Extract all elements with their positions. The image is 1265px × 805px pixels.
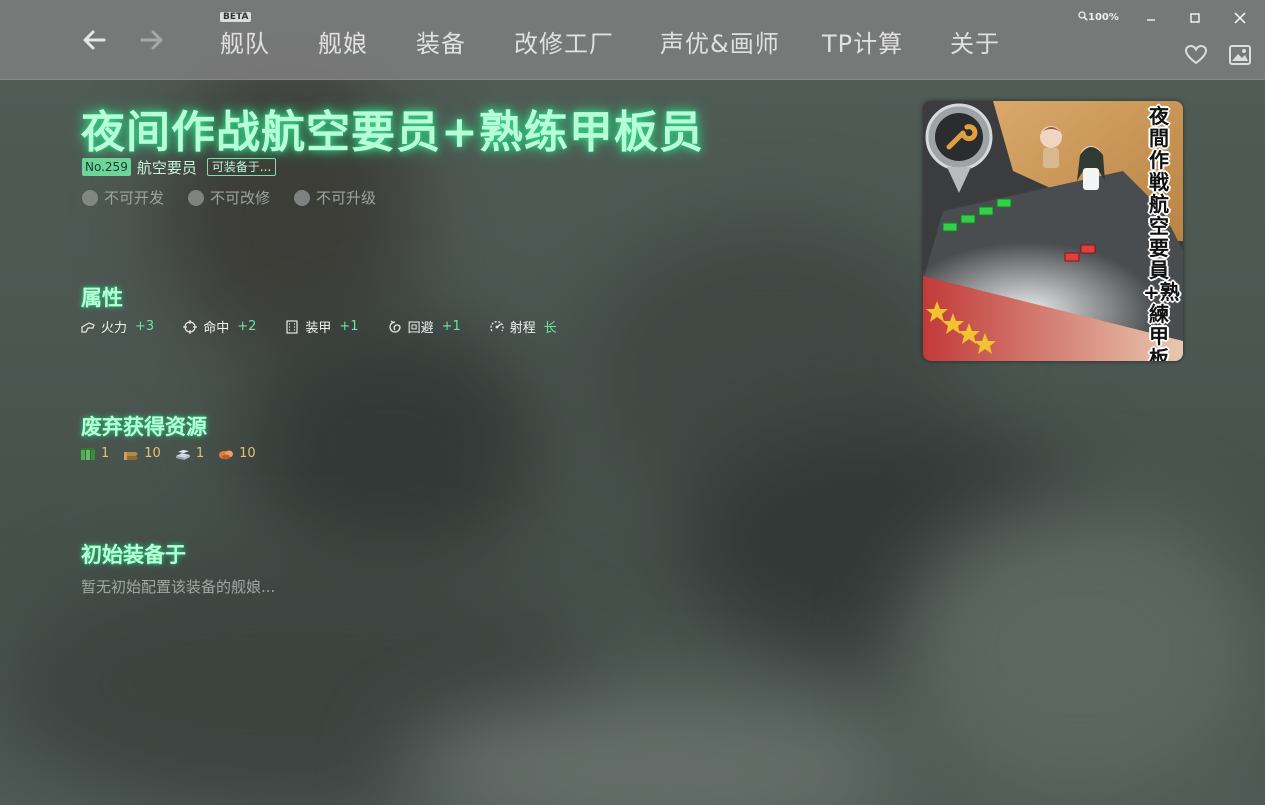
zoom-indicator[interactable]: 100% [1078,11,1119,23]
stat-value: 长 [543,321,557,336]
fuel-icon [81,447,95,460]
image-icon[interactable] [1227,42,1253,68]
forward-arrow-icon[interactable] [138,26,166,54]
armor-icon [286,319,298,334]
stat-firepower: 火力 +3 [80,317,154,336]
resource-bauxite: 10 [218,446,256,461]
accuracy-icon [183,319,198,334]
zoom-level: 100% [1088,12,1119,23]
back-arrow-icon[interactable] [80,26,108,54]
equipment-number-badge: No.259 [82,158,131,176]
resource-ammo: 10 [123,446,161,461]
equipment-card-image: 夜間作戦航空要員+熟練甲板員 [923,101,1183,361]
flag-not-improvable: 不可改修 [188,187,270,208]
zoom-icon [1078,11,1088,21]
equipment-meta-row: No.259 航空要员 可装备于... [82,157,277,177]
resource-value: 10 [239,446,256,461]
nav-tab-improvement[interactable]: 改修工厂 [514,24,614,59]
stat-label: 回避 [407,321,434,336]
initial-equip-empty-text: 暂无初始配置该装备的舰娘... [81,578,276,596]
availability-flags: 不可开发 不可改修 不可升级 [82,187,376,208]
nav-tab-seiyuu-artist[interactable]: 声优&画师 [660,24,780,59]
flag-not-upgradable: 不可升级 [294,187,376,208]
stat-range: 射程 长 [489,317,557,336]
minimize-icon[interactable] [1140,8,1162,28]
stat-accuracy: 命中 +2 [182,317,256,336]
maximize-icon[interactable] [1184,8,1206,28]
stat-value: +2 [237,319,257,334]
stat-label: 命中 [203,321,230,336]
heart-icon[interactable] [1183,42,1209,68]
stat-label: 射程 [509,321,536,336]
page-title: 夜间作战航空要员+熟练甲板员 [81,107,704,158]
flag-label: 不可改修 [210,189,271,207]
disabled-dot-icon [188,189,205,206]
nav-tab-ships[interactable]: 舰娘 [318,24,368,59]
nav-tab-tp-calc[interactable]: TP计算 [822,24,903,59]
resource-fuel: 1 [80,446,109,461]
resource-value: 10 [144,446,161,461]
disabled-dot-icon [82,189,98,206]
nav-tab-about[interactable]: 关于 [950,24,1000,59]
evasion-icon [388,319,401,333]
card-vertical-title: 夜間作戦航空要員+熟練甲板員 [1143,104,1180,361]
ammo-icon [124,451,139,460]
stat-evasion: 回避 +1 [387,317,461,336]
beta-badge: BETA [220,12,252,22]
range-icon [490,320,504,331]
stats-list: 火力 +3 命中 +2 装甲 +1 回避 +1 射程 长 [80,317,557,336]
stat-value: +1 [441,319,461,334]
equippable-link[interactable]: 可装备于... [206,158,277,176]
disabled-dot-icon [294,189,311,206]
bauxite-icon [219,450,234,459]
top-navigation-bar: BETA 舰队 舰娘 装备 改修工厂 声优&画师 TP计算 关于 100% [0,0,1265,80]
stat-value: +1 [339,319,359,334]
nav-tab-fleet[interactable]: 舰队 [220,24,270,59]
flag-label: 不可升级 [316,189,377,207]
scrap-resources-list: 1 10 1 10 [80,446,256,461]
stat-armor: 装甲 +1 [284,317,359,336]
resource-value: 1 [195,446,205,461]
stat-label: 装甲 [305,321,332,336]
nav-tab-equipment[interactable]: 装备 [416,24,466,59]
equipment-type: 航空要员 [136,158,197,177]
initial-equip-section-title: 初始装备于 [81,542,186,567]
stat-label: 火力 [101,321,128,336]
steel-icon [175,449,190,460]
resource-value: 1 [101,446,110,461]
scrap-section-title: 废弃获得资源 [81,414,207,439]
stats-section-title: 属性 [81,285,123,310]
flag-not-developable: 不可开发 [82,187,164,208]
stat-value: +3 [135,319,155,334]
close-icon[interactable] [1229,8,1251,28]
flag-label: 不可开发 [104,189,165,207]
firepower-icon [81,321,95,333]
resource-steel: 1 [175,446,204,461]
